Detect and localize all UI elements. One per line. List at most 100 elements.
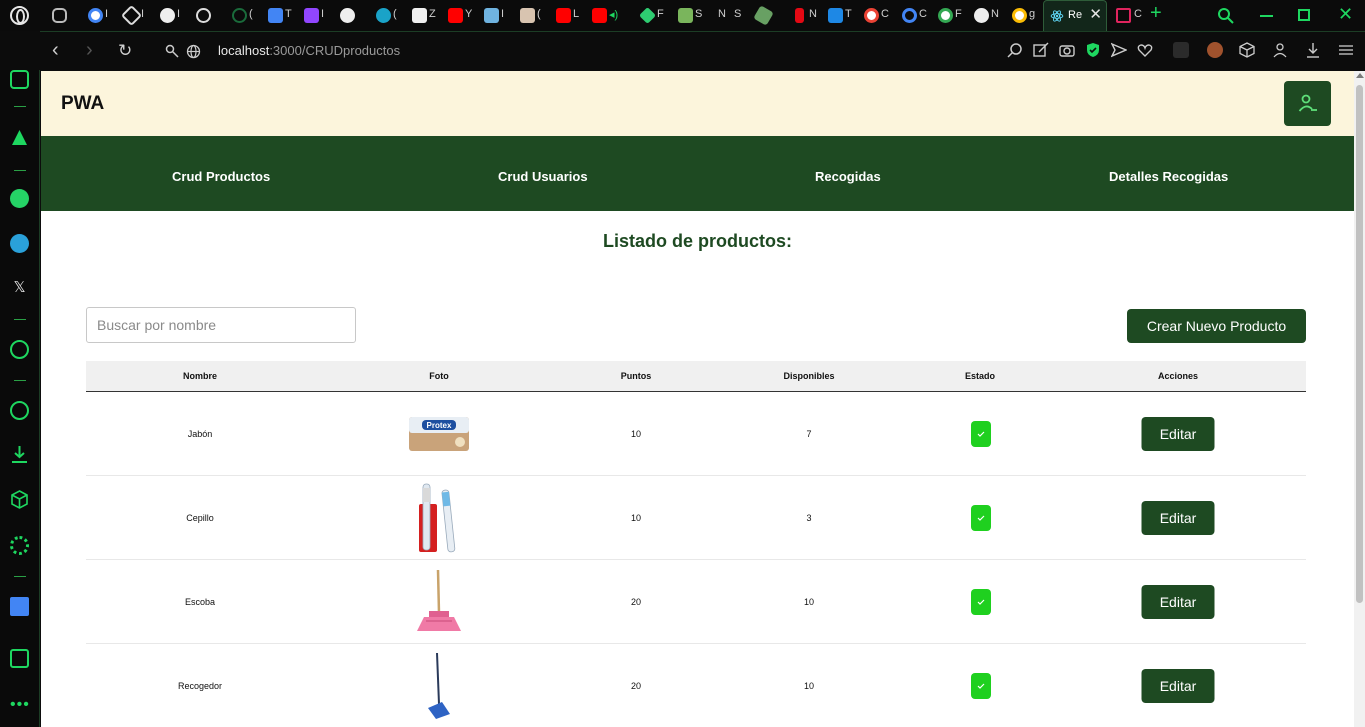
minimize-icon[interactable] <box>1260 15 1273 17</box>
tab-github[interactable]: I <box>152 0 188 31</box>
gallery-icon[interactable] <box>10 649 29 668</box>
search-tabs-icon[interactable] <box>1217 7 1234 24</box>
tab-2[interactable]: I <box>116 0 152 31</box>
maximize-icon[interactable] <box>1298 9 1310 21</box>
brand-title: PWA <box>61 93 105 114</box>
tab-5[interactable]: ( <box>224 0 260 31</box>
shopify-icon <box>678 8 693 23</box>
cell-disponibles: 3 <box>806 512 812 523</box>
tab-13[interactable]: ( <box>512 0 548 31</box>
more-dots-icon[interactable]: ••• <box>10 696 29 715</box>
edit-button[interactable]: Editar <box>1141 584 1215 619</box>
tab-9[interactable]: ( <box>368 0 404 31</box>
extension-hat-icon[interactable] <box>1173 42 1189 58</box>
tab-youtube-3[interactable]: ◂) <box>584 0 620 31</box>
cell-puntos: 20 <box>630 680 642 691</box>
scrollbar-thumb[interactable] <box>1356 85 1363 603</box>
tab-18[interactable]: NS <box>712 0 748 31</box>
edit-button[interactable]: Editar <box>1141 668 1215 703</box>
close-tab-icon[interactable]: ✕ <box>1089 5 1102 23</box>
tab-10[interactable]: Z <box>404 0 440 31</box>
settings-gear-icon[interactable] <box>10 536 29 555</box>
aria-icon[interactable] <box>10 128 29 147</box>
status-toggle[interactable] <box>971 504 991 531</box>
search-input[interactable] <box>86 307 356 343</box>
send-icon[interactable] <box>1111 42 1127 58</box>
edit-button[interactable]: Editar <box>1141 416 1215 451</box>
player-icon[interactable] <box>10 340 29 359</box>
nav-recogidas[interactable]: Recogidas <box>815 169 881 184</box>
youtube-icon <box>448 8 463 23</box>
tab-translate[interactable]: T <box>260 0 296 31</box>
download-icon[interactable] <box>1305 42 1321 58</box>
tab-google-4[interactable]: g <box>1004 0 1040 31</box>
twitch-icon <box>304 8 319 23</box>
tab-last[interactable]: C <box>1112 0 1146 31</box>
scroll-up-arrow-icon[interactable] <box>1356 73 1364 78</box>
opera-logo-icon[interactable] <box>10 6 29 25</box>
workspace-icon[interactable] <box>10 70 29 89</box>
nav-crud-usuarios[interactable]: Crud Usuarios <box>498 169 588 184</box>
edit-button[interactable]: Editar <box>1141 500 1215 535</box>
check-icon <box>977 515 985 521</box>
tab-shopify[interactable]: S <box>670 0 706 31</box>
heart-icon[interactable] <box>1137 42 1153 58</box>
cell-disponibles: 10 <box>803 596 815 607</box>
sidebar-divider <box>14 170 26 171</box>
reload-icon[interactable]: ↻ <box>118 41 132 61</box>
image-icon <box>484 8 499 23</box>
cube-icon[interactable] <box>1239 42 1255 58</box>
tab-openai[interactable] <box>188 0 224 31</box>
nav-crud-productos[interactable]: Crud Productos <box>172 169 270 184</box>
tab-youtube-2[interactable]: L <box>548 0 584 31</box>
tab-terminal[interactable]: T <box>820 0 856 31</box>
camera-icon[interactable] <box>1059 42 1075 58</box>
tab-active-react[interactable]: Re ✕ <box>1043 0 1107 31</box>
extensions-cube-icon[interactable] <box>10 490 29 509</box>
google-icon <box>864 8 879 23</box>
x-twitter-icon[interactable]: 𝕏 <box>10 278 29 297</box>
url-field[interactable]: localhost:3000/CRUDproductos <box>218 43 400 58</box>
globe-icon[interactable] <box>186 44 201 59</box>
google-favicon-icon <box>88 8 103 23</box>
tab-netflix[interactable]: N <box>784 0 820 31</box>
logout-button[interactable] <box>1284 81 1331 126</box>
tab-google-3[interactable]: F <box>930 0 966 31</box>
tab-google-1[interactable]: C <box>856 0 892 31</box>
tab-youtube-1[interactable]: Y <box>440 0 476 31</box>
page-title: Listado de productos: <box>603 231 792 251</box>
whatsapp-icon[interactable] <box>10 189 29 208</box>
downloads-icon[interactable] <box>10 445 29 464</box>
easy-setup-icon[interactable] <box>1338 42 1354 58</box>
profile-icon[interactable] <box>1272 42 1288 58</box>
status-toggle[interactable] <box>971 588 991 615</box>
tab-16[interactable]: F <box>632 0 668 31</box>
forward-icon[interactable]: › <box>86 39 93 62</box>
tab-8[interactable] <box>332 0 368 31</box>
zoom-icon[interactable] <box>1007 42 1023 58</box>
status-toggle[interactable] <box>971 672 991 699</box>
edit-icon[interactable] <box>1033 42 1049 58</box>
column-header-puntos: Puntos <box>620 371 652 381</box>
create-product-button[interactable]: Crear Nuevo Producto <box>1127 309 1306 343</box>
adblock-shield-icon[interactable] <box>1085 42 1101 58</box>
tab-12[interactable]: I <box>476 0 512 31</box>
tab-node[interactable] <box>748 0 784 31</box>
tab-globe[interactable]: N <box>966 0 1002 31</box>
history-icon[interactable] <box>10 401 29 420</box>
close-window-icon[interactable]: ✕ <box>1338 4 1353 25</box>
status-toggle[interactable] <box>971 420 991 447</box>
tab-twitch[interactable]: I <box>296 0 332 31</box>
cookie-icon[interactable] <box>1207 42 1223 58</box>
new-tab-icon[interactable]: + <box>1150 2 1162 25</box>
back-icon[interactable]: ‹ <box>52 39 59 62</box>
dustpan-image <box>428 652 450 719</box>
tab-1[interactable]: I <box>80 0 116 31</box>
telegram-icon[interactable] <box>10 234 29 253</box>
nav-detalles-recogidas[interactable]: Detalles Recogidas <box>1109 169 1228 184</box>
tab-gaming[interactable] <box>44 0 80 31</box>
tab-google-2[interactable]: C <box>894 0 930 31</box>
key-icon[interactable] <box>165 44 180 59</box>
google-icon <box>1012 8 1027 23</box>
translate-icon[interactable] <box>10 597 29 616</box>
